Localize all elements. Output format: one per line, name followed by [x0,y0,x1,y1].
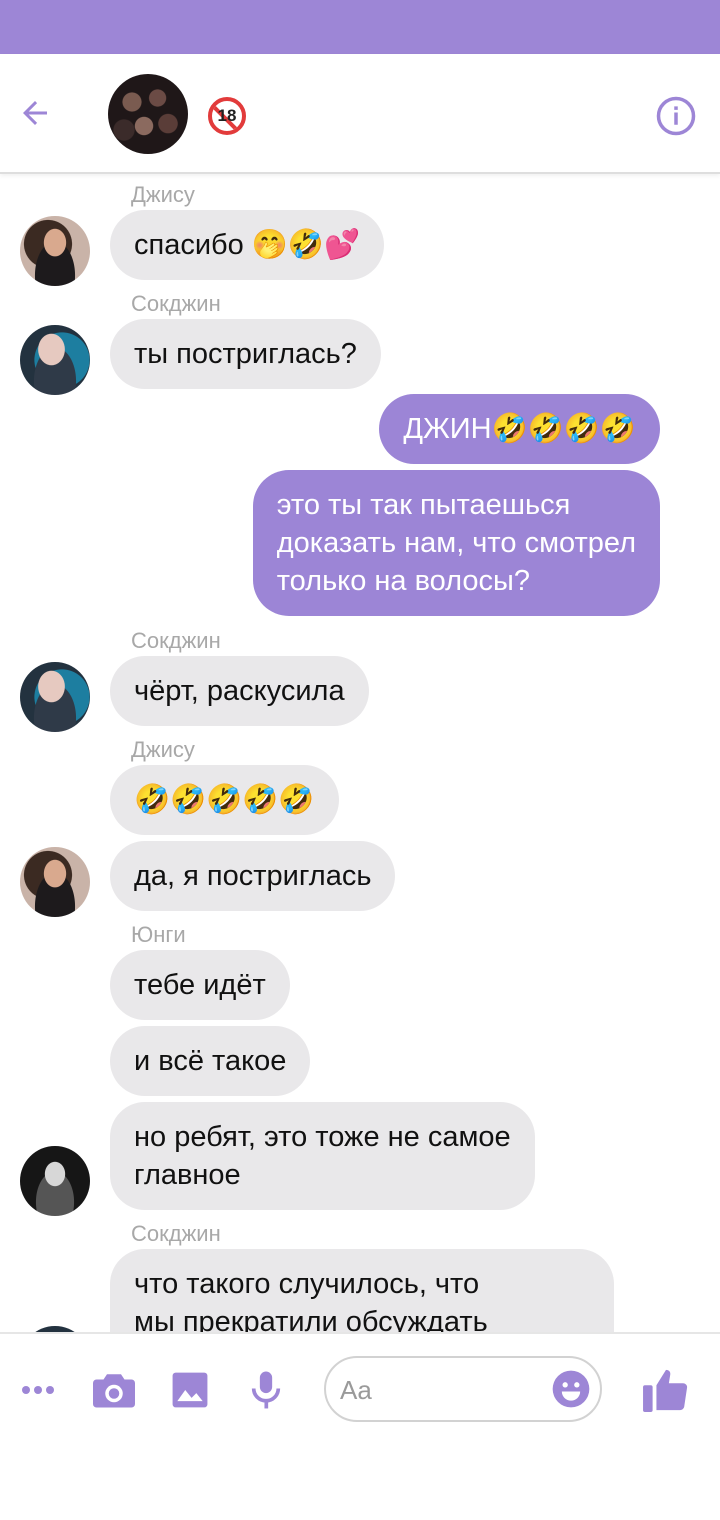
age-restriction-badge: 18 [208,97,246,135]
status-bar [0,0,720,54]
more-button[interactable] [16,1368,60,1412]
avatar[interactable] [20,216,90,286]
info-circle-icon [656,96,696,136]
message-composer [0,1332,720,1442]
message-list[interactable]: Джису спасибо 🤭🤣💕 Сокджин ты постриглась… [0,176,720,1332]
gallery-button[interactable] [168,1368,212,1412]
sender-name: Джису [131,737,195,762]
age-badge-label: 18 [217,106,237,125]
arrow-left-icon [23,101,47,125]
message-bubble[interactable]: чёрт, раскусила [110,656,369,726]
info-button[interactable] [654,94,698,138]
emoji-button[interactable] [550,1368,592,1410]
voice-button[interactable] [244,1368,288,1412]
like-button[interactable] [640,1368,692,1412]
message-bubble[interactable]: но ребят, это тоже не самое главное [110,1102,535,1210]
message-bubble[interactable]: да, я постриглась [110,841,396,911]
bottom-system-area [0,1442,720,1520]
microphone-icon [251,1371,281,1409]
message-bubble[interactable]: что такого случилось, что мы прекратили … [110,1249,614,1332]
avatar[interactable] [20,662,90,732]
sender-name: Джису [131,182,195,207]
sender-name: Сокджин [131,1221,221,1246]
more-icon [22,1386,54,1394]
message-bubble[interactable]: тебе идёт [110,950,290,1020]
emoji-icon [552,1370,590,1408]
avatar[interactable] [20,847,90,917]
chat-title[interactable]: 18 [208,96,246,136]
message-input[interactable] [340,1370,540,1410]
message-bubble[interactable]: спасибо 🤭🤣💕 [110,210,385,280]
sender-name: Юнги [131,922,186,947]
outgoing-message-bubble[interactable]: ДЖИН🤣🤣🤣🤣 [379,394,660,464]
message-bubble[interactable]: ты постриглась? [110,319,381,389]
avatar[interactable] [20,1146,90,1216]
camera-icon [93,1374,135,1408]
group-avatar[interactable] [108,74,188,154]
image-icon [172,1372,208,1408]
outgoing-message-bubble[interactable]: это ты так пытаешься доказать нам, что с… [252,470,660,616]
message-bubble[interactable]: и всё такое [110,1026,311,1096]
message-input-container[interactable] [324,1356,602,1422]
sender-name: Сокджин [131,291,221,316]
sender-name: Сокджин [131,628,221,653]
message-bubble[interactable]: 🤣🤣🤣🤣🤣 [110,765,339,835]
chat-header: 18 [0,54,720,174]
camera-button[interactable] [92,1368,136,1412]
back-button[interactable] [12,90,58,136]
avatar[interactable] [20,325,90,395]
like-icon [643,1369,688,1412]
